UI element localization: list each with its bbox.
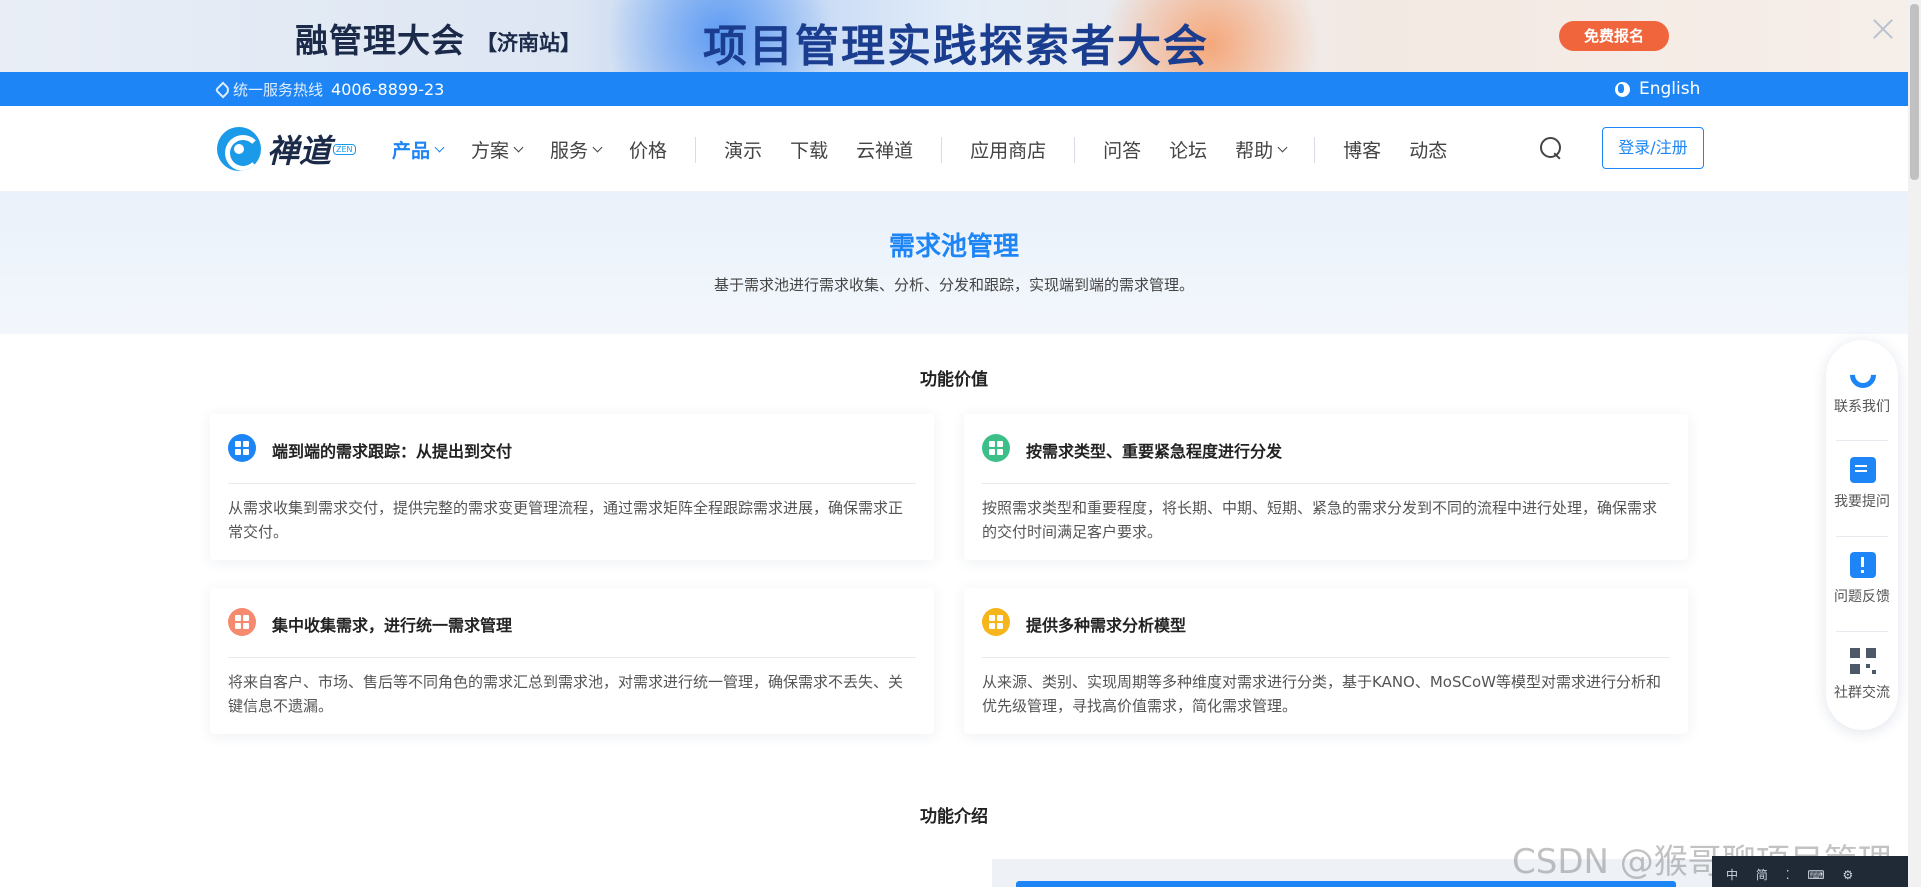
grid-icon	[228, 608, 256, 636]
card-description: 从来源、类别、实现周期等多种维度对需求进行分类，基于KANO、MoSCoW等模型…	[982, 673, 1661, 715]
feature-card: 提供多种需求分析模型 从来源、类别、实现周期等多种维度对需求进行分类，基于KAN…	[964, 588, 1688, 734]
keyboard-icon[interactable]: ⌨	[1807, 868, 1824, 882]
nav-item-app-store[interactable]: 应用商店	[970, 136, 1046, 163]
nav-divider	[941, 136, 943, 163]
side-label: 问题反馈	[1834, 589, 1890, 605]
grid-icon	[982, 434, 1010, 462]
logo-text: 禅道	[267, 132, 332, 170]
nav-divider	[1074, 136, 1076, 163]
hotline-number: 4006-8899-23	[331, 80, 445, 99]
grid-icon	[228, 434, 256, 462]
page-subtitle: 基于需求池进行需求收集、分析、分发和跟踪，实现端到端的需求管理。	[713, 276, 1194, 294]
logo[interactable]: 禅道 ZEN	[217, 126, 356, 172]
chevron-down-icon	[513, 142, 524, 152]
ime-toolbar[interactable]: 中 简 ⁚ ⌨ ⚙	[1712, 856, 1908, 887]
feature-card: 端到端的需求跟踪：从提出到交付 从需求收集到需求交付，提供完整的需求变更管理流程…	[210, 414, 934, 560]
nav-menu: 产品 方案 服务 价格 演示 下载 云禅道 应用商店 问答 论坛 帮助 博客 动…	[392, 136, 1475, 163]
feature-card: 集中收集需求，进行统一需求管理 将来自客户、市场、售后等不同角色的需求汇总到需求…	[210, 588, 934, 734]
feature-card: 按需求类型、重要紧急程度进行分发 按照需求类型和重要程度，将长期、中期、短期、紧…	[964, 414, 1688, 560]
side-item-community[interactable]: 社群交流	[1826, 632, 1898, 726]
nav-item-forum[interactable]: 论坛	[1169, 136, 1207, 163]
hero: 需求池管理 基于需求池进行需求收集、分析、分发和跟踪，实现端到端的需求管理。	[0, 192, 1908, 334]
banner-title: 项目管理实践探索者大会	[703, 21, 1209, 72]
phone-icon	[214, 81, 232, 98]
card-header: 端到端的需求跟踪：从提出到交付	[228, 434, 916, 484]
banner-station: 【济南站】	[476, 31, 581, 55]
chevron-down-icon	[592, 142, 603, 152]
hotline: 统一服务热线 4006-8899-23	[214, 79, 445, 100]
nav-item-download[interactable]: 下载	[790, 136, 828, 163]
card-description: 从需求收集到需求交付，提供完整的需求变更管理流程，通过需求矩阵全程跟踪需求进展，…	[228, 499, 904, 541]
card-description: 将来自客户、市场、售后等不同角色的需求汇总到需求池，对需求进行统一管理，确保需求…	[228, 673, 904, 715]
feedback-icon	[1850, 552, 1876, 578]
logo-tag: ZEN	[333, 143, 356, 155]
hotline-label: 统一服务热线	[233, 81, 324, 99]
logo-icon	[217, 127, 261, 171]
close-icon[interactable]	[1870, 16, 1896, 42]
search-icon[interactable]	[1540, 137, 1564, 161]
ime-mode[interactable]: 中	[1726, 868, 1738, 882]
nav-item-price[interactable]: 价格	[629, 136, 667, 163]
language-label[interactable]: English	[1639, 79, 1700, 99]
side-label: 联系我们	[1834, 399, 1890, 415]
chevron-down-icon	[434, 142, 445, 152]
settings-icon[interactable]: ⚙	[1843, 868, 1854, 882]
nav-item-qa[interactable]: 问答	[1103, 136, 1141, 163]
nav-item-demo[interactable]: 演示	[724, 136, 762, 163]
nav-item-help[interactable]: 帮助	[1235, 136, 1288, 163]
promo-banner[interactable]: 融管理大会 【济南站】 项目管理实践探索者大会 免费报名	[0, 0, 1908, 72]
card-header: 提供多种需求分析模型	[982, 608, 1670, 658]
scrollbar-thumb[interactable]	[1910, 4, 1919, 180]
side-item-ask[interactable]: 我要提问	[1826, 441, 1898, 535]
edit-icon	[1850, 457, 1876, 483]
card-title: 集中收集需求，进行统一需求管理	[272, 616, 513, 635]
page-title: 需求池管理	[888, 232, 1019, 262]
login-button[interactable]: 登录/注册	[1602, 127, 1704, 169]
phone-icon	[1844, 356, 1882, 394]
nav-item-blog[interactable]: 博客	[1343, 136, 1381, 163]
nav-item-cloud[interactable]: 云禅道	[856, 136, 913, 163]
side-label: 我要提问	[1834, 494, 1890, 510]
card-title: 端到端的需求跟踪：从提出到交付	[272, 442, 513, 461]
nav-item-service[interactable]: 服务	[550, 136, 603, 163]
card-header: 集中收集需求，进行统一需求管理	[228, 608, 916, 658]
nav-divider	[1314, 136, 1316, 163]
side-item-contact[interactable]: 联系我们	[1826, 346, 1898, 440]
banner-signup-button[interactable]: 免费报名	[1559, 21, 1669, 51]
section-title-intro: 功能介绍	[920, 807, 988, 827]
globe-icon	[1615, 81, 1630, 97]
banner-left-text: 融管理大会	[295, 21, 465, 60]
card-title: 按需求类型、重要紧急程度进行分发	[1026, 442, 1283, 461]
grid-icon	[982, 608, 1010, 636]
top-bar: 统一服务热线 4006-8899-23 English	[0, 72, 1908, 106]
nav-divider	[695, 136, 697, 163]
side-label: 社群交流	[1834, 685, 1890, 701]
section-title-value: 功能价值	[920, 370, 988, 390]
side-item-feedback[interactable]: 问题反馈	[1826, 536, 1898, 630]
card-title: 提供多种需求分析模型	[1026, 616, 1187, 635]
chevron-down-icon	[1277, 142, 1288, 152]
ime-punctuation[interactable]: ⁚	[1786, 868, 1790, 882]
nav-item-solution[interactable]: 方案	[471, 136, 524, 163]
floating-toolbar: 联系我们 我要提问 问题反馈 社群交流	[1826, 340, 1898, 730]
nav-item-product[interactable]: 产品	[392, 136, 445, 163]
ime-simplified[interactable]: 简	[1756, 868, 1768, 882]
main-nav: 禅道 ZEN 产品 方案 服务 价格 演示 下载 云禅道 应用商店 问答 论坛 …	[0, 106, 1908, 192]
card-description: 按照需求类型和重要程度，将长期、中期、短期、紧急的需求分发到不同的流程中进行处理…	[982, 499, 1658, 541]
nav-item-news[interactable]: 动态	[1409, 136, 1447, 163]
language-switch[interactable]: English	[1615, 79, 1700, 99]
qr-code-icon	[1850, 648, 1876, 674]
card-header: 按需求类型、重要紧急程度进行分发	[982, 434, 1670, 484]
